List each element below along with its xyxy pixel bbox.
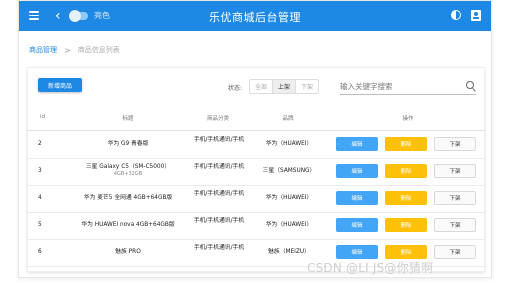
account-icon[interactable] xyxy=(471,10,481,21)
delete-button[interactable]: 删除 xyxy=(385,218,427,232)
edit-button[interactable]: 编辑 xyxy=(336,218,378,232)
offline-button[interactable]: 下架 xyxy=(434,245,476,259)
cell-id: 6 xyxy=(38,249,42,255)
search-box xyxy=(340,78,476,95)
app-title: 乐优商城后台管理 xyxy=(209,11,301,24)
cell-id: 2 xyxy=(38,141,42,147)
column-header-brand[interactable]: 品牌 xyxy=(258,114,318,122)
column-header-actions: 操作 xyxy=(402,116,414,122)
offline-button[interactable]: 下架 xyxy=(434,137,476,151)
table-row: 2 华为 G9 青春版 手机/手机通讯/手机华为（HUAWEI） 编辑 删除 下架 xyxy=(28,131,484,159)
table-header: id 标题 商品分类 品牌 操作 xyxy=(28,106,484,131)
cell-brand: 三星（SAMSUNG） xyxy=(262,168,316,174)
status-filter-label: 状态: xyxy=(228,85,243,92)
cell-title: 华为 麦芒5 全网通 4GB+64GB版 xyxy=(68,195,188,202)
edit-button[interactable]: 编辑 xyxy=(336,137,378,151)
cell-title: 魅族 PRO xyxy=(68,249,188,256)
cell-title-text: 魅族 PRO xyxy=(115,249,141,255)
app-window: ‹ 亮色 乐优商城后台管理 商品管理 > 商品信息列表 新增商品 状态: 全部 … xyxy=(18,0,492,278)
delete-button[interactable]: 删除 xyxy=(385,245,427,259)
breadcrumb-current: 商品信息列表 xyxy=(77,46,120,54)
column-header-category[interactable]: 商品分类 xyxy=(188,114,248,122)
column-header-id[interactable]: id xyxy=(40,114,45,120)
edit-button[interactable]: 编辑 xyxy=(336,245,378,259)
watermark: CSDN @LI JS@你猜啊 xyxy=(307,261,434,275)
cell-title-text: 三星 Galaxy C5（SM-C5000） xyxy=(85,164,171,170)
cell-category: 手机/手机通讯/手机 xyxy=(193,164,245,170)
top-app-bar: ‹ 亮色 乐优商城后台管理 xyxy=(19,1,491,31)
delete-button[interactable]: 删除 xyxy=(385,191,427,205)
search-input[interactable] xyxy=(340,80,458,92)
offline-button[interactable]: 下架 xyxy=(434,164,476,178)
table-row: 3 三星 Galaxy C5（SM-C5000） 4GB+32GB 手机/手机通讯/手… xyxy=(28,158,484,186)
goods-table-card: 新增商品 状态: 全部 上架 下架 id 标题 商品分类 品牌 操作 2 华为 G… xyxy=(27,67,485,272)
edit-button[interactable]: 编辑 xyxy=(336,164,378,178)
cell-id: 3 xyxy=(38,168,42,174)
cell-brand: 华为（HUAWEI） xyxy=(265,141,313,147)
cell-category: 手机/手机通讯/手机 xyxy=(193,137,245,143)
breadcrumb: 商品管理 > 商品信息列表 xyxy=(29,45,120,55)
cell-category: 手机/手机通讯/手机 xyxy=(193,218,245,224)
cell-category: 手机/手机通讯/手机 xyxy=(193,245,245,251)
search-icon[interactable] xyxy=(466,81,474,89)
cell-category: 手机/手机通讯/手机 xyxy=(193,191,245,197)
status-option-all[interactable]: 全部 xyxy=(250,80,274,93)
table-row: 4 华为 麦芒5 全网通 4GB+64GB版 手机/手机通讯/手机华为（HUAWEI… xyxy=(28,185,484,213)
breadcrumb-separator: > xyxy=(64,45,71,55)
cell-title-sub: 4GB+32GB xyxy=(113,171,143,177)
cell-brand: 魅族（MEIZU） xyxy=(268,249,310,255)
edit-button[interactable]: 编辑 xyxy=(336,191,378,205)
cell-brand: 华为（HUAWEI） xyxy=(265,195,313,201)
table-row: 5 华为 HUAWEI nova 4GB+64GB版 手机/手机通讯/手机华为（HU… xyxy=(28,212,484,240)
cell-id: 5 xyxy=(38,222,42,228)
status-option-on-shelf[interactable]: 上架 xyxy=(273,80,297,93)
cell-title: 华为 G9 青春版 xyxy=(68,141,188,148)
cell-title: 华为 HUAWEI nova 4GB+64GB版 xyxy=(68,222,188,229)
contrast-icon[interactable] xyxy=(451,10,461,20)
cell-title-text: 华为 HUAWEI nova 4GB+64GB版 xyxy=(81,222,175,228)
delete-button[interactable]: 删除 xyxy=(385,137,427,151)
add-goods-button[interactable]: 新增商品 xyxy=(38,78,82,92)
offline-button[interactable]: 下架 xyxy=(434,191,476,205)
cell-title: 三星 Galaxy C5（SM-C5000） 4GB+32GB xyxy=(68,164,188,178)
breadcrumb-root[interactable]: 商品管理 xyxy=(29,45,57,55)
cell-id: 4 xyxy=(38,195,42,201)
status-option-off-shelf[interactable]: 下架 xyxy=(296,80,318,93)
column-header-title[interactable]: 标题 xyxy=(88,114,168,122)
delete-button[interactable]: 删除 xyxy=(385,164,427,178)
offline-button[interactable]: 下架 xyxy=(434,218,476,232)
status-filter: 全部 上架 下架 xyxy=(249,79,320,94)
cell-brand: 华为（HUAWEI） xyxy=(265,222,313,228)
cell-title-text: 华为 G9 青春版 xyxy=(107,141,149,147)
cell-title-text: 华为 麦芒5 全网通 4GB+64GB版 xyxy=(83,195,173,201)
